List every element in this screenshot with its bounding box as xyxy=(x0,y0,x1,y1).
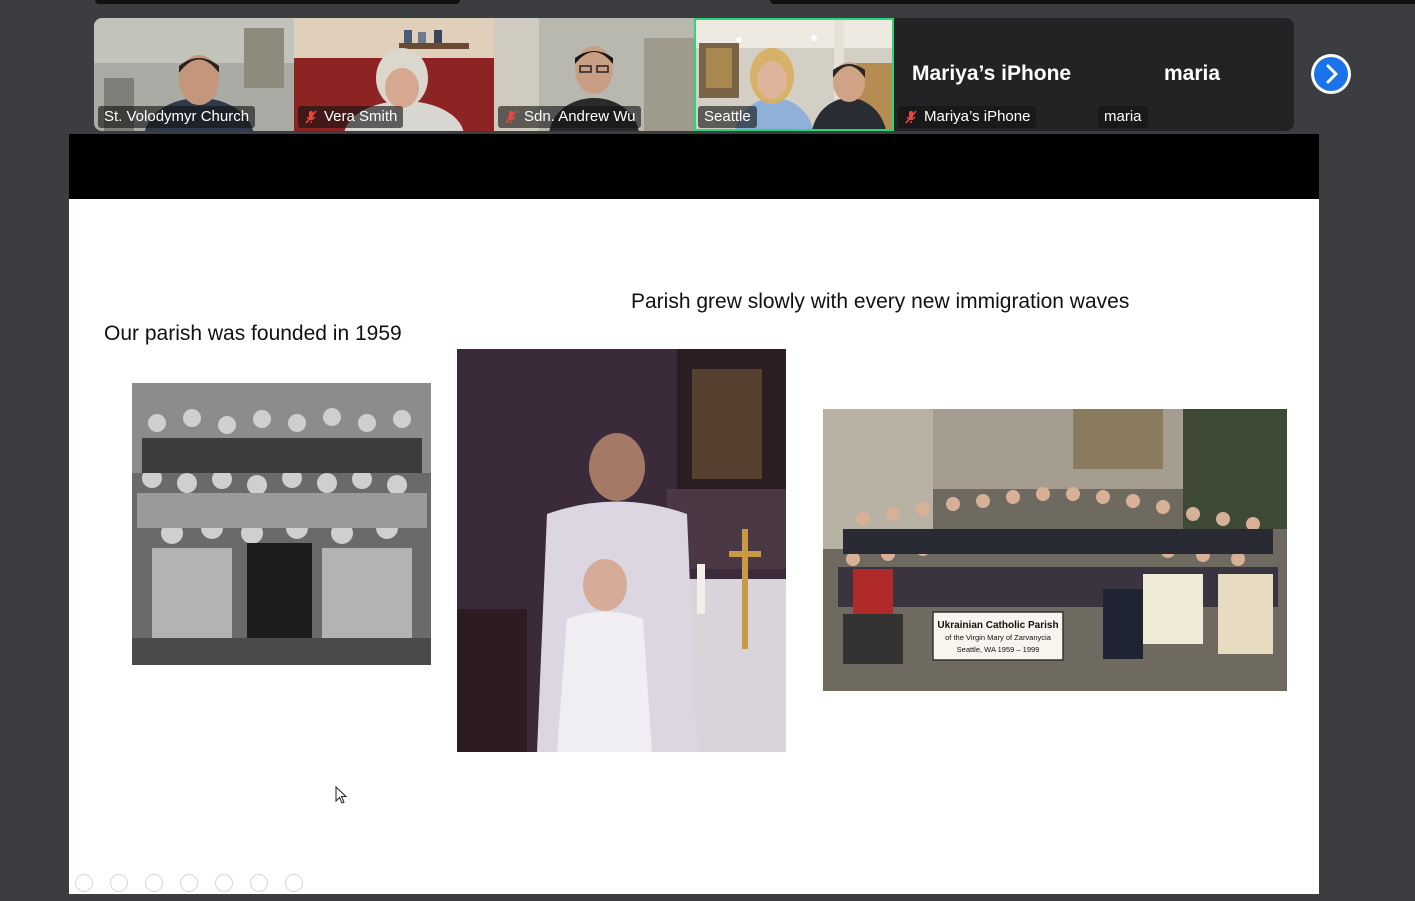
participant-display-title: maria xyxy=(1164,62,1221,85)
participant-display-title: Mariya’s iPhone xyxy=(912,62,1072,85)
participant-name: Mariya’s iPhone xyxy=(924,108,1031,125)
shared-screen: Our parish was founded in 1959 Parish gr… xyxy=(69,134,1319,894)
slides-overview-icon[interactable] xyxy=(180,874,198,892)
participant-strip: St. Volodymyr Church Vera Smith Sdn. And… xyxy=(94,18,1294,131)
slide-controls xyxy=(75,874,303,892)
participant-name-tag: Vera Smith xyxy=(298,106,404,128)
banner-line-1: Ukrainian Catholic Parish xyxy=(937,620,1058,631)
participant-name-tag: maria xyxy=(1098,106,1148,128)
next-slide-icon[interactable] xyxy=(110,874,128,892)
photo-first-communion xyxy=(457,349,786,752)
banner-line-2: of the Virgin Mary of Zarvanycia xyxy=(945,633,1052,642)
participant-name-tag: Sdn. Andrew Wu xyxy=(498,106,642,128)
participant-name: Vera Smith xyxy=(324,108,398,125)
slide-heading-right: Parish grew slowly with every new immigr… xyxy=(631,290,1130,313)
participant-tile-sdn-andrew-wu[interactable]: Sdn. Andrew Wu xyxy=(494,18,694,131)
mic-off-icon xyxy=(305,110,317,124)
participant-tile-st-volodymyr-church[interactable]: St. Volodymyr Church xyxy=(94,18,294,131)
participant-name-tag: St. Volodymyr Church xyxy=(98,106,256,128)
participant-name: Sdn. Andrew Wu xyxy=(524,108,636,125)
pen-icon[interactable] xyxy=(145,874,163,892)
more-icon[interactable] xyxy=(285,874,303,892)
mic-off-icon xyxy=(505,110,517,124)
participant-name: St. Volodymyr Church xyxy=(104,108,250,125)
mouse-pointer-icon xyxy=(335,786,347,804)
participant-tile-mariyas-iphone[interactable]: Mariya’s iPhone Mariya’s iPhone xyxy=(894,18,1094,131)
participant-tile-vera-smith[interactable]: Vera Smith xyxy=(294,18,494,131)
camera-icon[interactable] xyxy=(250,874,268,892)
top-bar-right xyxy=(770,0,1415,4)
mic-off-icon xyxy=(905,110,917,124)
previous-slide-icon[interactable] xyxy=(75,874,93,892)
slide-heading-left: Our parish was founded in 1959 xyxy=(104,322,402,345)
participant-tile-maria[interactable]: maria maria xyxy=(1094,18,1294,131)
participant-name-tag: Seattle xyxy=(698,106,757,128)
participant-name: Seattle xyxy=(704,108,751,125)
banner-line-3: Seattle, WA 1959 – 1999 xyxy=(957,645,1040,654)
participant-name: maria xyxy=(1104,108,1142,125)
top-bar-left xyxy=(95,0,460,4)
shared-screen-top-bar xyxy=(69,134,1319,199)
next-page-button[interactable] xyxy=(1311,54,1351,94)
photo-anniversary-group: Ukrainian Catholic Parish of the Virgin … xyxy=(823,409,1287,691)
zoom-icon[interactable] xyxy=(215,874,233,892)
participant-tile-seattle[interactable]: Seattle xyxy=(694,18,894,131)
photo-founding-group xyxy=(132,383,431,665)
chevron-right-icon xyxy=(1326,64,1338,84)
participant-name-tag: Mariya’s iPhone xyxy=(898,106,1037,128)
